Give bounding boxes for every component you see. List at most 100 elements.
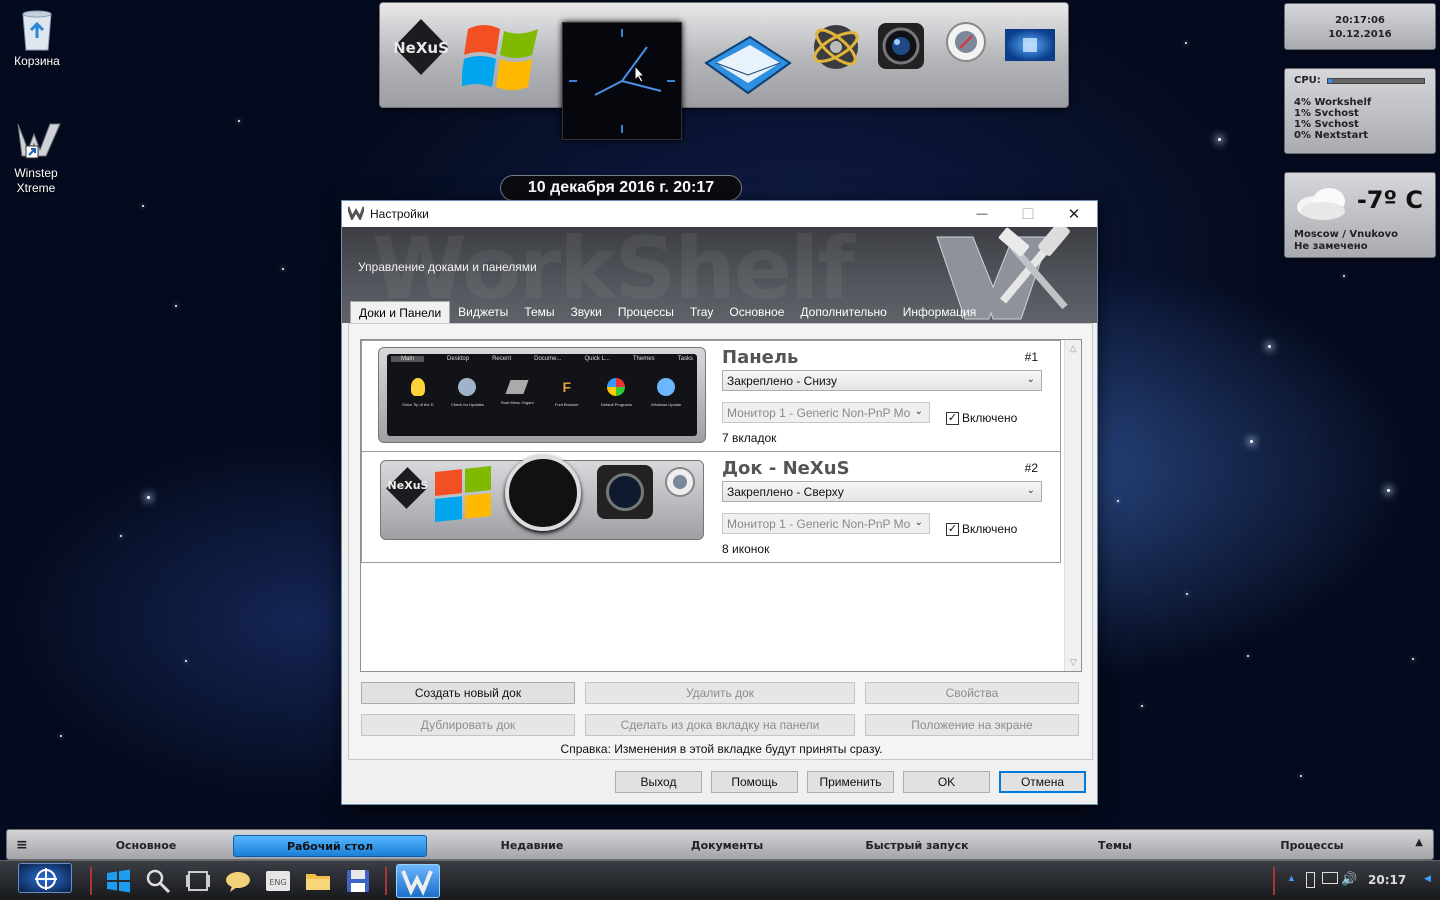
monitor-select[interactable]: Монитор 1 - Generic Non-PnP Mo ⌄ <box>722 402 930 423</box>
scroll-down-icon[interactable]: ▽ <box>1065 657 1082 668</box>
analog-clock-widget[interactable] <box>562 22 682 140</box>
panel-tab-general[interactable]: Основное <box>51 835 241 857</box>
panel-tab-documents[interactable]: Документы <box>632 835 822 857</box>
compass-safari-icon[interactable] <box>945 21 987 63</box>
nexus-dock: NeXuS <box>379 2 1069 108</box>
position-select[interactable]: Закреплено - Снизу ⌄ <box>722 370 1042 391</box>
chevron-down-icon: ⌄ <box>1026 485 1035 496</box>
camera-icon[interactable] <box>876 21 926 71</box>
tab-tray[interactable]: Tray <box>682 301 722 323</box>
tab-advanced[interactable]: Дополнительно <box>792 301 894 323</box>
clock-widget[interactable]: 20:17:06 10.12.2016 <box>1284 3 1436 50</box>
scroll-up-icon[interactable]: △ <box>1065 343 1081 354</box>
mail-envelope-icon[interactable] <box>702 33 794 99</box>
winstep-icon[interactable] <box>396 864 440 898</box>
checkmark-icon: ✓ <box>946 411 959 425</box>
panel-menu-icon[interactable]: ≡ <box>16 837 28 853</box>
windows-flag-thumb-icon <box>435 466 491 522</box>
checkmark-icon: ✓ <box>946 522 959 536</box>
tray-expand-icon[interactable]: ▲ <box>1287 873 1296 883</box>
entry-number: #2 <box>1024 461 1038 475</box>
show-desktop-icon[interactable]: ◀ <box>1424 873 1431 884</box>
panel-tab-themes[interactable]: Темы <box>1020 835 1210 857</box>
panel-tab-recent[interactable]: Недавние <box>437 835 627 857</box>
chat-icon[interactable] <box>224 867 252 895</box>
desktop-icon-winstep[interactable]: Winstep Xtreme <box>1 120 71 196</box>
monitor-select[interactable]: Монитор 1 - Generic Non-PnP Mo ⌄ <box>722 513 930 534</box>
properties-button[interactable]: Свойства <box>865 682 1079 704</box>
minimize-button[interactable]: — <box>959 201 1005 227</box>
panel-tab-processes[interactable]: Процессы <box>1217 835 1407 857</box>
tab-info[interactable]: Информация <box>895 301 984 323</box>
recycle-bin-icon <box>17 8 57 51</box>
taskbar-separator <box>90 867 92 895</box>
svg-text:ENG: ENG <box>269 878 286 887</box>
screen-position-button[interactable]: Положение на экране <box>865 714 1079 736</box>
battery-icon[interactable] <box>1306 872 1315 888</box>
tab-docks-panels[interactable]: Доки и Панели <box>350 301 451 323</box>
keyboard-eng-icon[interactable]: ENG <box>264 867 292 895</box>
entry-count: 8 иконок <box>722 542 770 556</box>
thumb-item-label: Show Tip of the D <box>402 402 434 407</box>
weather-widget[interactable]: -7º C Moscow / Vnukovo Не замечено <box>1284 172 1436 258</box>
apply-button[interactable]: Применить <box>807 771 894 793</box>
tab-sounds[interactable]: Звуки <box>563 301 610 323</box>
entry-count: 7 вкладок <box>722 431 777 445</box>
tab-widgets[interactable]: Виджеты <box>450 301 516 323</box>
dock-list: Main Desktop Recent Docume... Quick L...… <box>360 339 1082 672</box>
desktop-icon-label: Winstep Xtreme <box>14 166 58 195</box>
folder-icon[interactable] <box>304 867 332 895</box>
floppy-icon[interactable] <box>344 867 372 895</box>
network-icon[interactable] <box>1322 872 1338 884</box>
font-browser-icon: F <box>562 379 572 395</box>
dock-entry-nexus[interactable]: NeXuS Док - NeXuS #2 Закреплено - Сверху… <box>361 451 1061 563</box>
title-bar[interactable]: Настройки — ☐ ✕ <box>342 201 1097 227</box>
cancel-button[interactable]: Отмена <box>999 771 1086 793</box>
tab-themes[interactable]: Темы <box>516 301 562 323</box>
nexus-logo-icon[interactable]: NeXuS <box>392 17 450 77</box>
thumb-tab: Main <box>391 356 425 362</box>
delete-dock-button[interactable]: Удалить док <box>585 682 855 704</box>
exit-button[interactable]: Выход <box>615 771 702 793</box>
thumb-item-label: Windows Update <box>650 402 682 407</box>
enabled-checkbox[interactable]: ✓ Включено <box>946 522 1017 536</box>
desktop-icon-recycle-bin[interactable]: Корзина <box>2 8 72 68</box>
panel-tab-quick-launch[interactable]: Быстрый запуск <box>822 835 1012 857</box>
enabled-checkbox[interactable]: ✓ Включено <box>946 411 1017 425</box>
thumb-item-label: Default Programs <box>600 402 633 407</box>
panel-tab-desktop[interactable]: Рабочий стол <box>233 835 427 857</box>
volume-icon[interactable]: 🔊 <box>1341 871 1357 887</box>
create-dock-button[interactable]: Создать новый док <box>361 682 575 704</box>
tab-general[interactable]: Основное <box>721 301 792 323</box>
windows-flag-icon[interactable] <box>460 17 544 97</box>
start-orb-icon[interactable] <box>18 863 72 893</box>
list-scrollbar[interactable]: △ ▽ <box>1064 340 1081 671</box>
duplicate-dock-button[interactable]: Дублировать док <box>361 714 575 736</box>
ok-button[interactable]: OK <box>903 771 990 793</box>
chevron-down-icon: ⌄ <box>1026 374 1035 385</box>
tab-processes[interactable]: Процессы <box>610 301 682 323</box>
position-select-value: Закреплено - Сверху <box>727 485 844 499</box>
camera-thumb-icon <box>597 465 653 519</box>
workshelf-panel: ≡ Основное Рабочий стол Недавние Докумен… <box>6 829 1434 860</box>
globe-icon[interactable] <box>810 21 862 73</box>
maximize-button[interactable]: ☐ <box>1005 201 1051 227</box>
taskbar-clock[interactable]: 20:17 <box>1368 873 1406 887</box>
close-button[interactable]: ✕ <box>1051 201 1097 227</box>
position-select[interactable]: Закреплено - Сверху ⌄ <box>722 481 1042 502</box>
thumb-item-label: Font Browser <box>554 402 579 407</box>
search-icon[interactable] <box>144 867 172 895</box>
taskbar-separator <box>385 867 387 895</box>
cpu-widget[interactable]: CPU: 4% Workshelf 1% Svchost 1% Svchost … <box>1284 68 1436 154</box>
weather-temp: -7º C <box>1356 186 1423 214</box>
thumb-tab: Themes <box>632 356 655 362</box>
windows-desktop-icon[interactable] <box>1005 29 1055 61</box>
windows-icon[interactable] <box>104 867 132 895</box>
help-button[interactable]: Помощь <box>711 771 798 793</box>
dock-to-tab-button[interactable]: Сделать из дока вкладку на панели <box>585 714 855 736</box>
task-view-icon[interactable] <box>184 867 212 895</box>
cpu-label: CPU: <box>1294 75 1321 86</box>
start-menu-icon <box>505 380 529 394</box>
dock-entry-panel[interactable]: Main Desktop Recent Docume... Quick L...… <box>361 340 1061 452</box>
panel-collapse-icon[interactable]: ▲ <box>1415 837 1423 848</box>
